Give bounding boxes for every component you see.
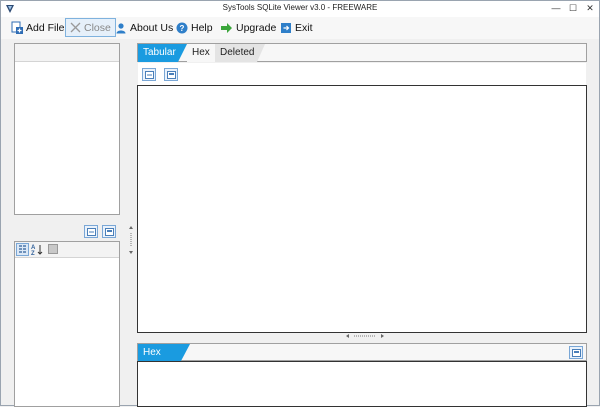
- tabular-action-strip: [138, 63, 586, 85]
- minimize-button[interactable]: —: [549, 2, 563, 15]
- about-us-label: About Us: [130, 21, 174, 34]
- save-left-button[interactable]: [102, 225, 116, 238]
- upgrade-button[interactable]: Upgrade: [216, 18, 280, 37]
- maximize-button[interactable]: ☐: [566, 2, 580, 15]
- svg-text:?: ?: [180, 24, 185, 33]
- exit-button[interactable]: Exit: [276, 18, 317, 37]
- upgrade-arrow-icon: [221, 22, 232, 33]
- view-tab-bar: Tabular Hex Deleted: [137, 43, 587, 62]
- save-hex-button[interactable]: [569, 346, 583, 359]
- export-icon: [87, 228, 96, 236]
- window-title: SysTools SQLite Viewer v3.0 - FREEWARE: [222, 3, 378, 12]
- close-file-label: Close: [84, 21, 111, 34]
- property-pages-button[interactable]: [48, 244, 58, 254]
- exit-label: Exit: [295, 21, 313, 34]
- about-us-button[interactable]: About Us: [111, 18, 177, 37]
- tabular-grid[interactable]: [137, 85, 587, 333]
- save-icon: [105, 228, 114, 236]
- file-tree-header: [15, 44, 119, 62]
- categorized-icon: [19, 245, 26, 253]
- toolbar: Add File Close About Us ? Help Upgrade E…: [1, 17, 599, 39]
- export-table-button[interactable]: [142, 68, 156, 81]
- add-file-icon: [11, 21, 23, 34]
- help-icon: ?: [176, 22, 188, 33]
- save-icon: [572, 349, 581, 357]
- svg-text:Z: Z: [31, 251, 35, 256]
- close-window-button[interactable]: ✕: [583, 2, 597, 15]
- save-icon: [167, 71, 176, 79]
- help-button[interactable]: ? Help: [172, 18, 217, 37]
- file-tree-panel[interactable]: [14, 43, 120, 215]
- sort-az-icon: AZ: [31, 245, 43, 257]
- left-action-strip: [14, 223, 120, 240]
- export-left-button[interactable]: [84, 225, 98, 238]
- app-window: SysTools SQLite Viewer v3.0 - FREEWARE —…: [0, 0, 600, 407]
- save-table-button[interactable]: [164, 68, 178, 81]
- upgrade-label: Upgrade: [236, 21, 277, 34]
- properties-panel[interactable]: AZ: [14, 241, 120, 407]
- tab-tabular[interactable]: Tabular: [138, 44, 187, 62]
- hex-panel-tab[interactable]: Hex: [138, 344, 190, 361]
- add-file-label: Add File: [26, 21, 65, 34]
- categorized-view-button[interactable]: [16, 243, 29, 256]
- horizontal-splitter[interactable]: [346, 333, 386, 339]
- close-icon: [70, 22, 81, 33]
- export-icon: [145, 71, 154, 79]
- tab-deleted[interactable]: Deleted: [215, 44, 265, 62]
- add-file-button[interactable]: Add File: [6, 18, 69, 37]
- tab-hex[interactable]: Hex: [187, 44, 215, 62]
- user-icon: [116, 22, 126, 33]
- hex-panel-header: Hex: [137, 343, 587, 361]
- help-label: Help: [191, 21, 213, 34]
- exit-icon: [281, 22, 291, 33]
- close-file-button[interactable]: Close: [65, 18, 116, 37]
- hex-content[interactable]: [137, 361, 587, 407]
- title-bar: SysTools SQLite Viewer v3.0 - FREEWARE —…: [1, 1, 599, 17]
- sort-alpha-button[interactable]: AZ: [31, 243, 44, 257]
- properties-toolbar: AZ: [15, 242, 119, 258]
- vertical-splitter[interactable]: [129, 226, 133, 254]
